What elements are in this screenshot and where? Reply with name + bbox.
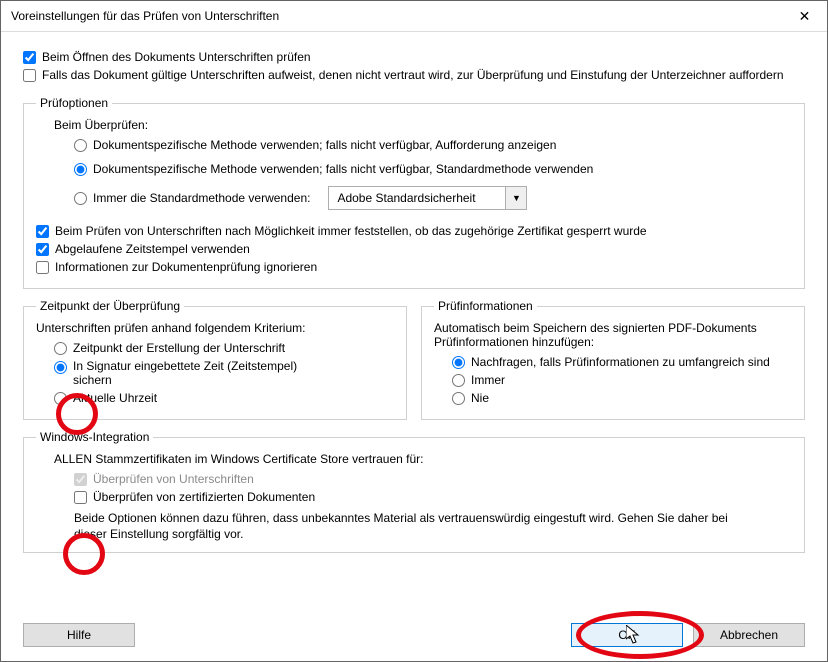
row-pruefinfo-ask: Nachfragen, falls Prüfinformationen zu u… [452,355,792,369]
row-pruefinfo-never: Nie [452,391,792,405]
legend-winint: Windows-Integration [36,430,153,444]
label-method-always-default: Immer die Standardmethode verwenden: [93,191,310,205]
label-beim-ueberpruefen: Beim Überprüfen: [54,118,792,132]
titlebar: Voreinstellungen für das Prüfen von Unte… [1,1,827,32]
dialog-footer: Hilfe OK Abbrechen [23,623,805,647]
radio-method-doc-prompt[interactable] [74,139,87,152]
label-zeit-now: Aktuelle Uhrzeit [73,391,157,405]
ok-button-label: OK [618,628,635,642]
radio-zeit-creation[interactable] [54,342,67,355]
label-method-doc-default: Dokumentspezifische Methode verwenden; f… [93,162,593,176]
label-zeit-embedded: In Signatur eingebettete Zeit (Zeitstemp… [73,359,313,387]
cancel-button[interactable]: Abbrechen [693,623,805,647]
radio-pruefinfo-ask[interactable] [452,356,465,369]
legend-pruefinfo: Prüfinformationen [434,299,537,313]
row-zeit-embedded: In Signatur eingebettete Zeit (Zeitstemp… [54,359,394,387]
row-check-revocation: Beim Prüfen von Unterschriften nach Mögl… [36,224,792,238]
label-check-revocation: Beim Prüfen von Unterschriften nach Mögl… [55,224,647,238]
window-title: Voreinstellungen für das Prüfen von Unte… [11,9,279,23]
checkbox-winint-sigs [74,473,87,486]
radio-pruefinfo-never[interactable] [452,392,465,405]
label-winint-intro: ALLEN Stammzertifikaten im Windows Certi… [54,452,792,466]
label-use-expired-ts: Abgelaufene Zeitstempel verwenden [55,242,250,256]
help-button-label: Hilfe [67,628,91,642]
label-method-doc-prompt: Dokumentspezifische Methode verwenden; f… [93,138,556,152]
legend-pruefoptionen: Prüfoptionen [36,96,112,110]
label-prompt-untrusted: Falls das Dokument gültige Unterschrifte… [42,68,784,82]
dropdown-default-method[interactable]: Adobe Standardsicherheit ▼ [328,186,527,210]
ok-button[interactable]: OK [571,623,683,647]
row-zeit-now: Aktuelle Uhrzeit [54,391,394,405]
row-method-doc-default: Dokumentspezifische Methode verwenden; f… [74,162,792,176]
row-zeit-creation: Zeitpunkt der Erstellung der Unterschrif… [54,341,394,355]
label-winint-sigs: Überprüfen von Unterschriften [93,472,254,486]
label-pruefinfo-intro: Automatisch beim Speichern des signierte… [434,321,792,349]
dropdown-default-method-value: Adobe Standardsicherheit [329,191,505,205]
cancel-button-label: Abbrechen [720,628,778,642]
radio-method-always-default[interactable] [74,192,87,205]
radio-pruefinfo-always[interactable] [452,374,465,387]
row-method-doc-prompt: Dokumentspezifische Methode verwenden; f… [74,138,792,152]
checkbox-winint-certdocs[interactable] [74,491,87,504]
group-windows-integration: Windows-Integration ALLEN Stammzertifika… [23,430,805,553]
row-use-expired-ts: Abgelaufene Zeitstempel verwenden [36,242,792,256]
row-method-always-default: Immer die Standardmethode verwenden: Ado… [74,186,792,210]
checkbox-prompt-untrusted[interactable] [23,69,36,82]
row-verify-on-open: Beim Öffnen des Dokuments Unterschriften… [23,50,805,64]
label-zeit-creation: Zeitpunkt der Erstellung der Unterschrif… [73,341,285,355]
group-pruefoptionen: Prüfoptionen Beim Überprüfen: Dokumentsp… [23,96,805,289]
legend-zeitpunkt: Zeitpunkt der Überprüfung [36,299,184,313]
checkbox-check-revocation[interactable] [36,225,49,238]
group-zeitpunkt: Zeitpunkt der Überprüfung Unterschriften… [23,299,407,420]
checkbox-verify-on-open[interactable] [23,51,36,64]
label-pruefinfo-always: Immer [471,373,505,387]
label-pruefinfo-never: Nie [471,391,489,405]
row-pruefinfo-always: Immer [452,373,792,387]
dialog-content: Beim Öffnen des Dokuments Unterschriften… [1,32,827,563]
close-icon[interactable]: ✕ [782,1,827,31]
label-verify-on-open: Beim Öffnen des Dokuments Unterschriften… [42,50,311,64]
label-winint-certdocs: Überprüfen von zertifizierten Dokumenten [93,490,315,504]
checkbox-ignore-docinfo[interactable] [36,261,49,274]
row-prompt-untrusted: Falls das Dokument gültige Unterschrifte… [23,68,805,82]
radio-zeit-embedded[interactable] [54,361,67,374]
dialog-window: Voreinstellungen für das Prüfen von Unte… [0,0,828,662]
row-ignore-docinfo: Informationen zur Dokumentenprüfung igno… [36,260,792,274]
group-pruefinfo: Prüfinformationen Automatisch beim Speic… [421,299,805,420]
label-ignore-docinfo: Informationen zur Dokumentenprüfung igno… [55,260,317,274]
label-winint-note: Beide Optionen können dazu führen, dass … [74,510,734,542]
chevron-down-icon: ▼ [505,187,526,209]
help-button[interactable]: Hilfe [23,623,135,647]
row-winint-sigs: Überprüfen von Unterschriften [74,472,792,486]
radio-zeit-now[interactable] [54,392,67,405]
label-pruefinfo-ask: Nachfragen, falls Prüfinformationen zu u… [471,355,770,369]
row-winint-certdocs: Überprüfen von zertifizierten Dokumenten [74,490,792,504]
label-zeitpunkt-intro: Unterschriften prüfen anhand folgendem K… [36,321,394,335]
radio-method-doc-default[interactable] [74,163,87,176]
checkbox-use-expired-ts[interactable] [36,243,49,256]
